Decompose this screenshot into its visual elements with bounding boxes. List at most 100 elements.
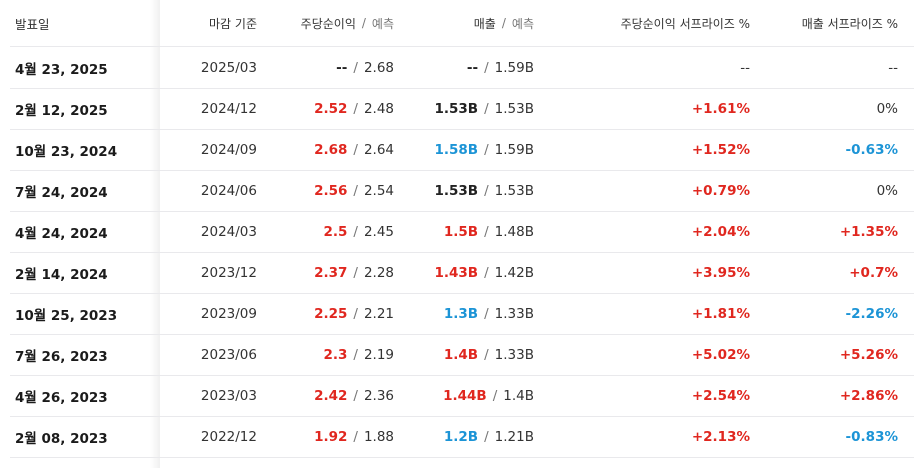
eps-actual: 2.42 [314,387,348,404]
revenue-separator: / [484,141,489,158]
row-eps-surprise: +1.81% [691,305,750,322]
row-revenue: 1.3B / 1.33B [444,293,534,334]
header-eps-separator: / [361,16,366,30]
eps-actual: 1.92 [314,428,348,445]
eps-separator: / [353,141,358,158]
row-revenue-surprise: +0.7% [849,264,898,281]
header-date[interactable]: 발표일 [15,0,50,46]
eps-forecast: 2.68 [363,59,394,76]
eps-actual: 2.56 [314,182,348,199]
header-eps[interactable]: 주당순이익 / 예측 [301,0,394,46]
row-eps-surprise: -- [740,59,750,76]
eps-actual: 2.5 [323,223,348,240]
row-revenue-surprise: +5.26% [839,346,898,363]
row-eps: 1.92 / 1.88 [314,416,394,457]
table-row: 2월 12, 2025 2024/12 2.52 / 2.48 1.53B / 1.53B +1… [10,88,914,130]
revenue-separator: / [484,223,489,240]
row-period: 2024/12 [200,100,257,117]
row-date: 2월 14, 2024 [15,266,108,283]
revenue-actual: 1.5B [443,223,479,240]
row-eps-surprise: +2.04% [691,223,750,240]
eps-separator: / [353,59,358,76]
eps-separator: / [353,346,358,363]
revenue-actual: 1.44B [443,387,487,404]
row-revenue: 1.43B / 1.42B [435,252,535,293]
row-revenue-surprise: 0% [876,100,898,117]
revenue-actual: 1.53B [434,182,479,199]
eps-actual: 2.37 [314,264,348,281]
revenue-separator: / [484,346,489,363]
revenue-actual: 1.3B [443,305,479,322]
revenue-actual: 1.43B [434,264,479,281]
row-eps: 2.42 / 2.36 [314,375,394,416]
eps-forecast: 2.19 [363,346,394,363]
table-row: 10월 23, 2024 2024/09 2.68 / 2.64 1.58B / 1.59B +… [10,129,914,171]
row-period: 2023/06 [200,346,257,363]
row-period: 2023/03 [200,387,257,404]
eps-actual: -- [336,59,348,76]
header-revenue[interactable]: 매출 / 예측 [474,0,534,46]
row-revenue-surprise: -- [888,59,898,76]
row-eps: 2.25 / 2.21 [314,293,394,334]
table-row: 10월 25, 2023 2023/09 2.25 / 2.21 1.3B / 1.33B +1… [10,293,914,335]
revenue-forecast: 1.59B [494,59,534,76]
header-revenue-separator: / [501,16,506,30]
row-eps: -- / 2.68 [336,47,394,88]
revenue-separator: / [484,305,489,322]
eps-separator: / [353,387,358,404]
row-eps: 2.56 / 2.54 [314,170,394,211]
eps-actual: 2.52 [314,100,348,117]
table-row: 7월 24, 2024 2024/06 2.56 / 2.54 1.53B / 1.53B +0… [10,170,914,212]
row-eps: 2.3 / 2.19 [323,334,394,375]
eps-forecast: 2.21 [363,305,394,322]
row-eps-surprise: +1.52% [691,141,750,158]
eps-separator: / [353,182,358,199]
header-revenue-forecast: 예측 [511,16,534,31]
eps-separator: / [353,264,358,281]
row-date: 2월 12, 2025 [15,102,108,119]
row-eps-surprise: +1.61% [691,100,750,117]
header-period[interactable]: 마감 기준 [209,0,257,46]
row-revenue-surprise: 0% [876,182,898,199]
revenue-forecast: 1.48B [494,223,534,240]
row-revenue-surprise: -0.63% [845,141,898,158]
row-period: 2023/09 [200,305,257,322]
row-revenue-surprise: -2.26% [845,305,898,322]
eps-separator: / [353,305,358,322]
earnings-table: 발표일 마감 기준 주당순이익 / 예측 매출 / 예측 주당순이익 서프라이즈… [0,0,914,468]
header-eps-surprise[interactable]: 주당순이익 서프라이즈 % [621,0,750,46]
row-date: 7월 26, 2023 [15,348,108,365]
row-eps-surprise: +2.13% [691,428,750,445]
eps-forecast: 2.45 [363,223,394,240]
row-period: 2024/06 [200,182,257,199]
row-eps: 2.68 / 2.64 [314,129,394,170]
row-eps-surprise: +3.95% [691,264,750,281]
revenue-actual: 1.53B [434,100,479,117]
row-eps: 2.5 / 2.45 [323,211,394,252]
header-revenue-label: 매출 [473,16,496,31]
table-row: 7월 26, 2023 2023/06 2.3 / 2.19 1.4B / 1.33B +5.0… [10,334,914,376]
row-period: 2024/09 [200,141,257,158]
eps-separator: / [353,100,358,117]
row-period: 2025/03 [200,59,257,76]
revenue-forecast: 1.42B [494,264,534,281]
row-date: 4월 26, 2023 [15,389,108,406]
row-date: 2월 08, 2023 [15,430,108,447]
revenue-separator: / [484,100,489,117]
revenue-separator: / [492,387,498,404]
revenue-forecast: 1.21B [494,428,534,445]
eps-actual: 2.25 [314,305,348,322]
revenue-actual: -- [466,59,479,76]
row-eps-surprise: +0.79% [691,182,750,199]
row-revenue: 1.5B / 1.48B [444,211,534,252]
row-date: 4월 23, 2025 [15,61,108,78]
table-row: 4월 23, 2025 2025/03 -- / 2.68 -- / 1.59B -- -- [10,47,914,89]
header-revenue-surprise[interactable]: 매출 서프라이즈 % [802,0,898,46]
row-eps: 2.52 / 2.48 [314,88,394,129]
row-revenue: 1.58B / 1.59B [435,129,535,170]
row-revenue: 1.44B / 1.4B [443,375,534,416]
row-period: 2024/03 [200,223,257,240]
table-row: 4월 24, 2024 2024/03 2.5 / 2.45 1.5B / 1.48B +2.0… [10,211,914,253]
table-header: 발표일 마감 기준 주당순이익 / 예측 매출 / 예측 주당순이익 서프라이즈… [10,0,914,47]
eps-forecast: 2.64 [363,141,394,158]
